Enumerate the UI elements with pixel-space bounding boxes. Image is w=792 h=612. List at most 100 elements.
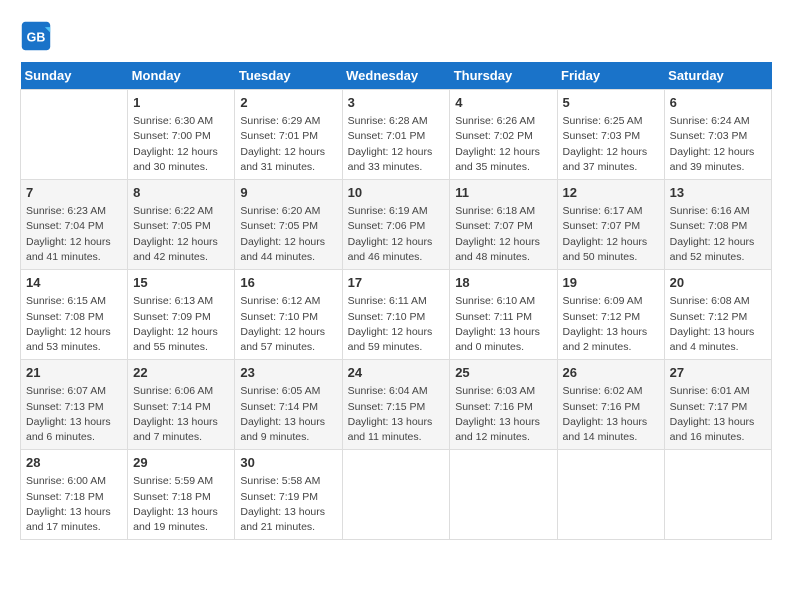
column-header-thursday: Thursday xyxy=(450,62,557,90)
day-number: 6 xyxy=(670,94,766,112)
calendar-cell: 13 Sunrise: 6:16 AM Sunset: 7:08 PM Dayli… xyxy=(664,180,771,270)
calendar-week-4: 21 Sunrise: 6:07 AM Sunset: 7:13 PM Dayli… xyxy=(21,360,772,450)
day-number: 5 xyxy=(563,94,659,112)
calendar-cell: 29 Sunrise: 5:59 AM Sunset: 7:18 PM Dayli… xyxy=(128,450,235,540)
day-number: 3 xyxy=(348,94,445,112)
calendar-cell: 6 Sunrise: 6:24 AM Sunset: 7:03 PM Daylig… xyxy=(664,90,771,180)
calendar-cell: 20 Sunrise: 6:08 AM Sunset: 7:12 PM Dayli… xyxy=(664,270,771,360)
day-number: 21 xyxy=(26,364,122,382)
calendar-cell: 10 Sunrise: 6:19 AM Sunset: 7:06 PM Dayli… xyxy=(342,180,450,270)
calendar-cell: 5 Sunrise: 6:25 AM Sunset: 7:03 PM Daylig… xyxy=(557,90,664,180)
day-info: Sunrise: 6:29 AM Sunset: 7:01 PM Dayligh… xyxy=(240,114,336,175)
calendar-cell xyxy=(21,90,128,180)
day-info: Sunrise: 6:00 AM Sunset: 7:18 PM Dayligh… xyxy=(26,474,122,535)
day-info: Sunrise: 6:23 AM Sunset: 7:04 PM Dayligh… xyxy=(26,204,122,265)
day-number: 26 xyxy=(563,364,659,382)
day-number: 23 xyxy=(240,364,336,382)
calendar-table: SundayMondayTuesdayWednesdayThursdayFrid… xyxy=(20,62,772,540)
calendar-cell: 3 Sunrise: 6:28 AM Sunset: 7:01 PM Daylig… xyxy=(342,90,450,180)
day-info: Sunrise: 6:04 AM Sunset: 7:15 PM Dayligh… xyxy=(348,384,445,445)
calendar-cell: 30 Sunrise: 5:58 AM Sunset: 7:19 PM Dayli… xyxy=(235,450,342,540)
calendar-cell xyxy=(664,450,771,540)
calendar-cell: 22 Sunrise: 6:06 AM Sunset: 7:14 PM Dayli… xyxy=(128,360,235,450)
day-number: 13 xyxy=(670,184,766,202)
day-number: 24 xyxy=(348,364,445,382)
day-info: Sunrise: 6:13 AM Sunset: 7:09 PM Dayligh… xyxy=(133,294,229,355)
column-header-tuesday: Tuesday xyxy=(235,62,342,90)
calendar-cell: 11Sunrise: 6:18 AM Sunset: 7:07 PM Dayli… xyxy=(450,180,557,270)
day-info: Sunrise: 6:02 AM Sunset: 7:16 PM Dayligh… xyxy=(563,384,659,445)
calendar-week-3: 14 Sunrise: 6:15 AM Sunset: 7:08 PM Dayli… xyxy=(21,270,772,360)
calendar-cell xyxy=(450,450,557,540)
logo: GB xyxy=(20,20,56,52)
calendar-cell: 21 Sunrise: 6:07 AM Sunset: 7:13 PM Dayli… xyxy=(21,360,128,450)
day-info: Sunrise: 6:28 AM Sunset: 7:01 PM Dayligh… xyxy=(348,114,445,175)
day-number: 9 xyxy=(240,184,336,202)
calendar-cell: 14 Sunrise: 6:15 AM Sunset: 7:08 PM Dayli… xyxy=(21,270,128,360)
day-info: Sunrise: 6:24 AM Sunset: 7:03 PM Dayligh… xyxy=(670,114,766,175)
calendar-cell: 2 Sunrise: 6:29 AM Sunset: 7:01 PM Daylig… xyxy=(235,90,342,180)
logo-icon: GB xyxy=(20,20,52,52)
column-header-sunday: Sunday xyxy=(21,62,128,90)
day-number: 29 xyxy=(133,454,229,472)
day-number: 25 xyxy=(455,364,551,382)
day-number: 19 xyxy=(563,274,659,292)
day-info: Sunrise: 5:59 AM Sunset: 7:18 PM Dayligh… xyxy=(133,474,229,535)
column-header-saturday: Saturday xyxy=(664,62,771,90)
column-header-monday: Monday xyxy=(128,62,235,90)
day-info: Sunrise: 6:08 AM Sunset: 7:12 PM Dayligh… xyxy=(670,294,766,355)
calendar-cell: 9 Sunrise: 6:20 AM Sunset: 7:05 PM Daylig… xyxy=(235,180,342,270)
day-number: 2 xyxy=(240,94,336,112)
day-number: 22 xyxy=(133,364,229,382)
day-number: 20 xyxy=(670,274,766,292)
day-info: Sunrise: 6:06 AM Sunset: 7:14 PM Dayligh… xyxy=(133,384,229,445)
day-info: Sunrise: 6:12 AM Sunset: 7:10 PM Dayligh… xyxy=(240,294,336,355)
day-info: Sunrise: 5:58 AM Sunset: 7:19 PM Dayligh… xyxy=(240,474,336,535)
day-info: Sunrise: 6:30 AM Sunset: 7:00 PM Dayligh… xyxy=(133,114,229,175)
day-info: Sunrise: 6:07 AM Sunset: 7:13 PM Dayligh… xyxy=(26,384,122,445)
calendar-week-5: 28 Sunrise: 6:00 AM Sunset: 7:18 PM Dayli… xyxy=(21,450,772,540)
day-info: Sunrise: 6:10 AM Sunset: 7:11 PM Dayligh… xyxy=(455,294,551,355)
calendar-cell: 4Sunrise: 6:26 AM Sunset: 7:02 PM Daylig… xyxy=(450,90,557,180)
day-info: Sunrise: 6:19 AM Sunset: 7:06 PM Dayligh… xyxy=(348,204,445,265)
day-info: Sunrise: 6:17 AM Sunset: 7:07 PM Dayligh… xyxy=(563,204,659,265)
day-number: 12 xyxy=(563,184,659,202)
calendar-cell: 19 Sunrise: 6:09 AM Sunset: 7:12 PM Dayli… xyxy=(557,270,664,360)
day-info: Sunrise: 6:26 AM Sunset: 7:02 PM Dayligh… xyxy=(455,114,551,175)
day-number: 10 xyxy=(348,184,445,202)
calendar-cell: 25Sunrise: 6:03 AM Sunset: 7:16 PM Dayli… xyxy=(450,360,557,450)
page-header: GB xyxy=(20,20,772,52)
day-number: 27 xyxy=(670,364,766,382)
column-header-friday: Friday xyxy=(557,62,664,90)
calendar-cell: 1Sunrise: 6:30 AM Sunset: 7:00 PM Daylig… xyxy=(128,90,235,180)
calendar-cell: 26 Sunrise: 6:02 AM Sunset: 7:16 PM Dayli… xyxy=(557,360,664,450)
calendar-cell: 8 Sunrise: 6:22 AM Sunset: 7:05 PM Daylig… xyxy=(128,180,235,270)
day-info: Sunrise: 6:05 AM Sunset: 7:14 PM Dayligh… xyxy=(240,384,336,445)
calendar-cell: 16 Sunrise: 6:12 AM Sunset: 7:10 PM Dayli… xyxy=(235,270,342,360)
calendar-cell: 24 Sunrise: 6:04 AM Sunset: 7:15 PM Dayli… xyxy=(342,360,450,450)
day-info: Sunrise: 6:15 AM Sunset: 7:08 PM Dayligh… xyxy=(26,294,122,355)
day-number: 11 xyxy=(455,184,551,202)
day-number: 16 xyxy=(240,274,336,292)
day-number: 28 xyxy=(26,454,122,472)
calendar-week-2: 7Sunrise: 6:23 AM Sunset: 7:04 PM Daylig… xyxy=(21,180,772,270)
column-header-wednesday: Wednesday xyxy=(342,62,450,90)
day-number: 8 xyxy=(133,184,229,202)
calendar-cell: 15 Sunrise: 6:13 AM Sunset: 7:09 PM Dayli… xyxy=(128,270,235,360)
day-info: Sunrise: 6:01 AM Sunset: 7:17 PM Dayligh… xyxy=(670,384,766,445)
calendar-cell: 12 Sunrise: 6:17 AM Sunset: 7:07 PM Dayli… xyxy=(557,180,664,270)
day-info: Sunrise: 6:11 AM Sunset: 7:10 PM Dayligh… xyxy=(348,294,445,355)
day-number: 17 xyxy=(348,274,445,292)
day-info: Sunrise: 6:20 AM Sunset: 7:05 PM Dayligh… xyxy=(240,204,336,265)
day-info: Sunrise: 6:16 AM Sunset: 7:08 PM Dayligh… xyxy=(670,204,766,265)
day-info: Sunrise: 6:25 AM Sunset: 7:03 PM Dayligh… xyxy=(563,114,659,175)
day-number: 30 xyxy=(240,454,336,472)
day-number: 14 xyxy=(26,274,122,292)
day-number: 15 xyxy=(133,274,229,292)
calendar-week-1: 1Sunrise: 6:30 AM Sunset: 7:00 PM Daylig… xyxy=(21,90,772,180)
day-info: Sunrise: 6:22 AM Sunset: 7:05 PM Dayligh… xyxy=(133,204,229,265)
calendar-cell: 23 Sunrise: 6:05 AM Sunset: 7:14 PM Dayli… xyxy=(235,360,342,450)
day-info: Sunrise: 6:09 AM Sunset: 7:12 PM Dayligh… xyxy=(563,294,659,355)
svg-text:GB: GB xyxy=(27,30,46,44)
calendar-cell: 18Sunrise: 6:10 AM Sunset: 7:11 PM Dayli… xyxy=(450,270,557,360)
